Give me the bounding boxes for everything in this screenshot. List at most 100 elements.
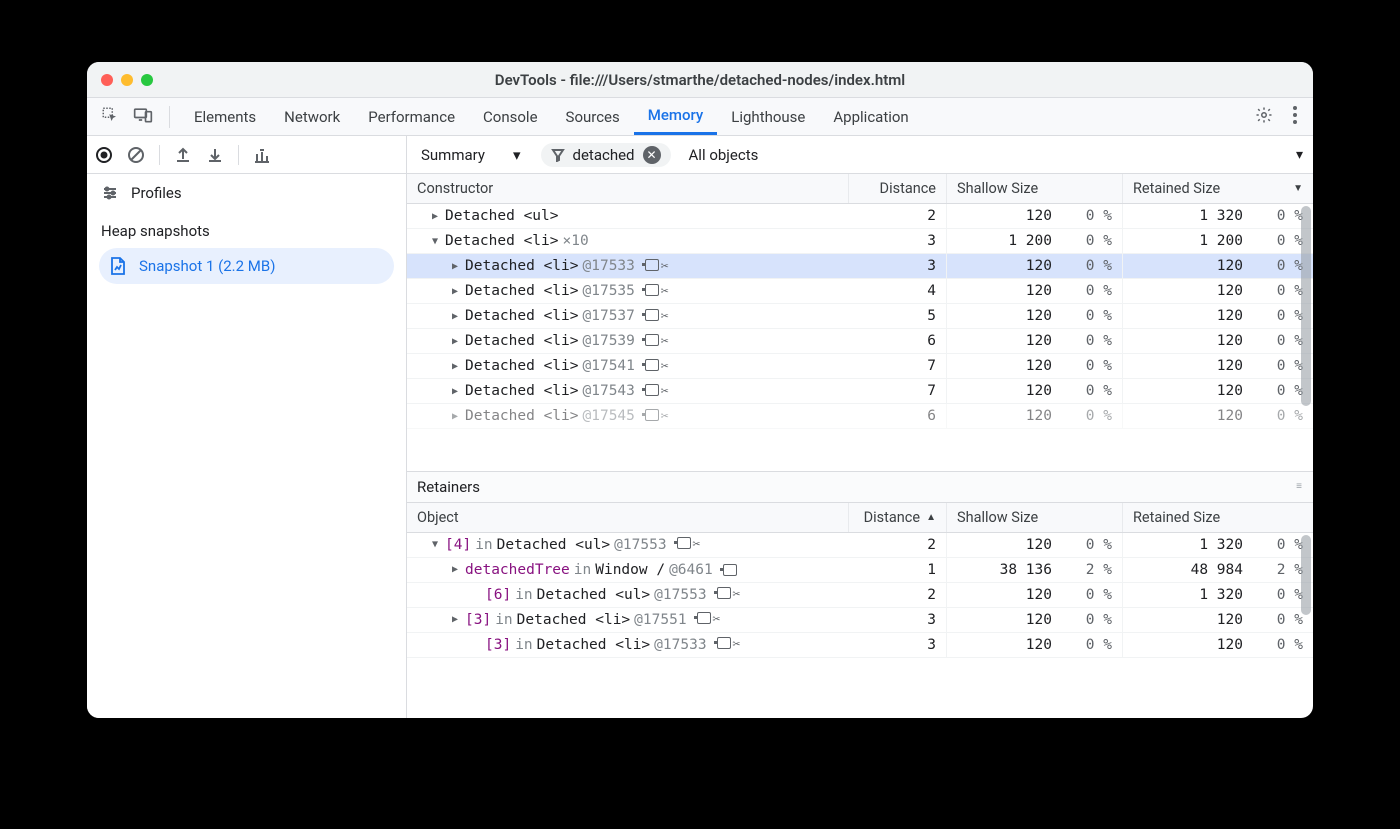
- disclosure-triangle[interactable]: ▼: [429, 539, 441, 550]
- clear-filter-icon[interactable]: ✕: [643, 146, 661, 164]
- table-row[interactable]: ▶Detached <ul>21200 %1 3200 %: [407, 204, 1313, 229]
- col-retained[interactable]: Retained Size: [1123, 503, 1313, 532]
- perspective-select[interactable]: Summary ▾: [417, 143, 527, 167]
- col-distance[interactable]: Distance▲: [849, 503, 947, 532]
- table-row[interactable]: [6] in Detached <ul> @17553✂21200 %1 320…: [407, 583, 1313, 608]
- tab-network[interactable]: Network: [270, 98, 354, 135]
- disclosure-triangle[interactable]: ▶: [449, 261, 461, 272]
- element-icon: [717, 637, 731, 649]
- minimize-window[interactable]: [121, 74, 133, 86]
- panel-tabs: ElementsNetworkPerformanceConsoleSources…: [87, 98, 1313, 136]
- retainers-grid: Object Distance▲ Shallow Size Retained S…: [407, 503, 1313, 718]
- tab-performance[interactable]: Performance: [354, 98, 469, 135]
- objects-select[interactable]: All objects: [685, 143, 765, 167]
- col-object[interactable]: Object: [407, 503, 849, 532]
- table-row[interactable]: ▼Detached <li> ×1031 2000 %1 2000 %: [407, 229, 1313, 254]
- memory-toolbar: [87, 136, 406, 174]
- table-row[interactable]: ▶Detached <li> @17539✂61200 %1200 %: [407, 329, 1313, 354]
- detached-icon: ✂: [713, 612, 721, 627]
- chevron-down-icon[interactable]: ▾: [1296, 147, 1303, 163]
- device-toggle-icon[interactable]: [133, 106, 153, 128]
- detached-icon: ✂: [661, 359, 669, 374]
- gc-icon[interactable]: [253, 146, 271, 164]
- table-row[interactable]: ▶Detached <li> @17537✂51200 %1200 %: [407, 304, 1313, 329]
- element-icon: [645, 359, 659, 371]
- table-row[interactable]: ▶Detached <li> @17543✂71200 %1200 %: [407, 379, 1313, 404]
- inspect-icon[interactable]: [101, 106, 119, 128]
- clear-icon[interactable]: [127, 146, 145, 164]
- disclosure-triangle[interactable]: ▼: [429, 236, 441, 247]
- profiles-label: Profiles: [131, 184, 182, 202]
- settings-icon[interactable]: [1247, 106, 1281, 128]
- detached-icon: ✂: [733, 587, 741, 602]
- disclosure-triangle[interactable]: ▶: [449, 411, 461, 422]
- snapshot-item[interactable]: Snapshot 1 (2.2 MB): [99, 248, 394, 284]
- filter-icon: [551, 148, 565, 162]
- titlebar: DevTools - file:///Users/stmarthe/detach…: [87, 62, 1313, 98]
- detached-icon: ✂: [661, 309, 669, 324]
- upload-icon[interactable]: [174, 146, 192, 164]
- detached-icon: ✂: [661, 284, 669, 299]
- element-icon: [645, 259, 659, 271]
- disclosure-triangle[interactable]: ▶: [449, 311, 461, 322]
- detached-icon: ✂: [661, 384, 669, 399]
- tab-console[interactable]: Console: [469, 98, 552, 135]
- scrollbar-thumb[interactable]: [1301, 206, 1311, 406]
- table-row[interactable]: ▶Detached <li> @17533✂31200 %1200 %: [407, 254, 1313, 279]
- col-constructor[interactable]: Constructor: [407, 174, 849, 203]
- sliders-icon: [101, 184, 119, 202]
- col-retained[interactable]: Retained Size▼: [1123, 174, 1313, 203]
- element-icon: [677, 537, 691, 549]
- col-distance[interactable]: Distance: [849, 174, 947, 203]
- col-shallow[interactable]: Shallow Size: [947, 503, 1123, 532]
- disclosure-triangle[interactable]: ▶: [449, 336, 461, 347]
- table-row[interactable]: ▶Detached <li> @17535✂41200 %1200 %: [407, 279, 1313, 304]
- tab-elements[interactable]: Elements: [180, 98, 270, 135]
- chevron-down-icon: ▾: [513, 146, 521, 164]
- tab-sources[interactable]: Sources: [552, 98, 634, 135]
- scrollbar-thumb[interactable]: [1301, 535, 1311, 615]
- table-row[interactable]: ▼[4] in Detached <ul> @17553✂21200 %1 32…: [407, 533, 1313, 558]
- profiles-header[interactable]: Profiles: [87, 174, 406, 212]
- close-window[interactable]: [101, 74, 113, 86]
- tab-application[interactable]: Application: [819, 98, 922, 135]
- detached-icon: ✂: [661, 334, 669, 349]
- disclosure-triangle[interactable]: ▶: [449, 614, 461, 625]
- constructors-grid: Constructor Distance Shallow Size Retain…: [407, 174, 1313, 472]
- element-icon: [645, 334, 659, 346]
- detached-icon: ✂: [661, 409, 669, 424]
- table-row[interactable]: ▶Detached <li> @17545✂61200 %1200 %: [407, 404, 1313, 429]
- element-icon: [697, 612, 711, 624]
- detached-icon: ✂: [661, 259, 669, 274]
- retainers-section: Retainers ≡: [407, 472, 1313, 503]
- window-title: DevTools - file:///Users/stmarthe/detach…: [495, 71, 905, 89]
- table-row[interactable]: ▶Detached <li> @17541✂71200 %1200 %: [407, 354, 1313, 379]
- col-shallow[interactable]: Shallow Size: [947, 174, 1123, 203]
- main-pane: Summary ▾ detached ✕ All objects ▾: [407, 136, 1313, 718]
- disclosure-triangle[interactable]: ▶: [449, 286, 461, 297]
- maximize-window[interactable]: [141, 74, 153, 86]
- tab-memory[interactable]: Memory: [634, 98, 718, 135]
- disclosure-triangle[interactable]: ▶: [449, 361, 461, 372]
- snapshot-toolbar: Summary ▾ detached ✕ All objects ▾: [407, 136, 1313, 174]
- detached-icon: ✂: [733, 637, 741, 652]
- element-icon: [717, 587, 731, 599]
- class-filter[interactable]: detached ✕: [541, 143, 671, 167]
- drag-handle-icon[interactable]: ≡: [1296, 484, 1303, 490]
- more-icon[interactable]: [1285, 106, 1305, 128]
- table-row[interactable]: ▶[3] in Detached <li> @17551✂31200 %1200…: [407, 608, 1313, 633]
- disclosure-triangle[interactable]: ▶: [429, 211, 441, 222]
- tab-lighthouse[interactable]: Lighthouse: [717, 98, 819, 135]
- table-row[interactable]: [3] in Detached <li> @17533✂31200 %1200 …: [407, 633, 1313, 658]
- table-row[interactable]: ▶detachedTree in Window / @6461138 1362 …: [407, 558, 1313, 583]
- download-icon[interactable]: [206, 146, 224, 164]
- disclosure-triangle[interactable]: ▶: [449, 564, 461, 575]
- element-icon: [645, 409, 659, 421]
- record-icon[interactable]: [95, 146, 113, 164]
- element-icon: [645, 309, 659, 321]
- devtools-window: DevTools - file:///Users/stmarthe/detach…: [87, 62, 1313, 718]
- file-icon: [109, 256, 127, 276]
- heap-snapshots-header: Heap snapshots: [87, 212, 406, 246]
- disclosure-triangle[interactable]: ▶: [449, 386, 461, 397]
- detached-icon: ✂: [693, 537, 701, 552]
